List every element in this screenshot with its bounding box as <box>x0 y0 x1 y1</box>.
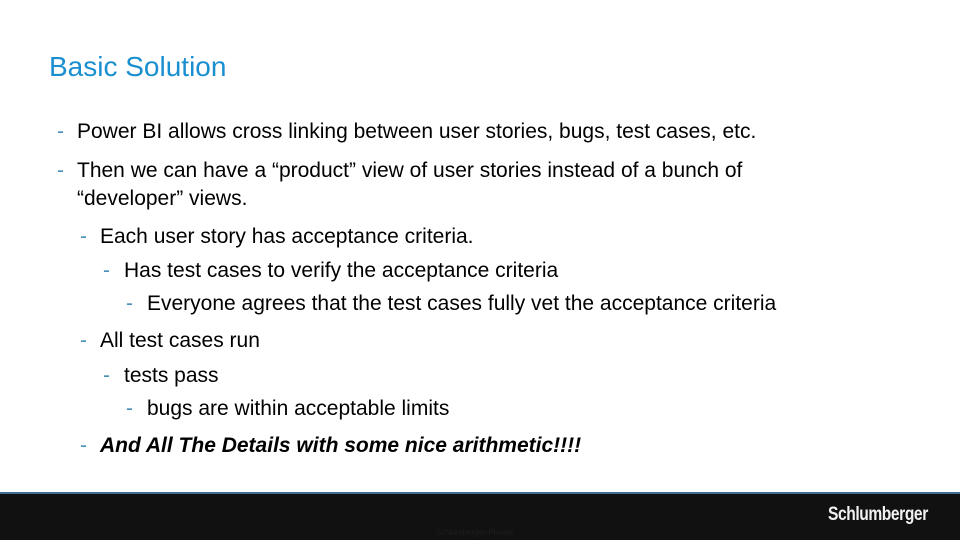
classification-label: Schlumberger-Private <box>436 528 514 537</box>
bullet-text: Then we can have a “product” view of use… <box>77 159 743 182</box>
bullet-marker: - <box>57 159 64 182</box>
bullet-marker: - <box>80 225 87 248</box>
bullet-text: tests pass <box>124 364 219 387</box>
bullet-text: Has test cases to verify the acceptance … <box>124 259 559 282</box>
bullet-text: bugs are within acceptable limits <box>147 397 450 420</box>
bullet-marker: - <box>103 364 110 387</box>
footer-bar: Schlumberger-Private Schlumberger <box>0 492 960 540</box>
bullet-text: Power BI allows cross linking between us… <box>77 120 757 143</box>
bullet-marker: - <box>126 397 133 420</box>
bullet-text-emphasis: And All The Details with some nice arith… <box>100 434 582 457</box>
bullet-marker: - <box>57 120 64 143</box>
schlumberger-logo: Schlumberger <box>828 504 928 525</box>
bullet-text-continuation: “developer” views. <box>77 187 248 210</box>
bullet-text: Each user story has acceptance criteria. <box>100 225 474 248</box>
slide: Basic Solution - Power BI allows cross l… <box>0 0 960 540</box>
bullet-marker: - <box>80 329 87 352</box>
bullet-text: Everyone agrees that the test cases full… <box>147 292 777 315</box>
bullet-text: All test cases run <box>100 329 260 352</box>
bullet-marker: - <box>126 292 133 315</box>
slide-title: Basic Solution <box>49 51 227 82</box>
bullet-marker: - <box>103 259 110 282</box>
bullet-marker: - <box>80 434 87 457</box>
